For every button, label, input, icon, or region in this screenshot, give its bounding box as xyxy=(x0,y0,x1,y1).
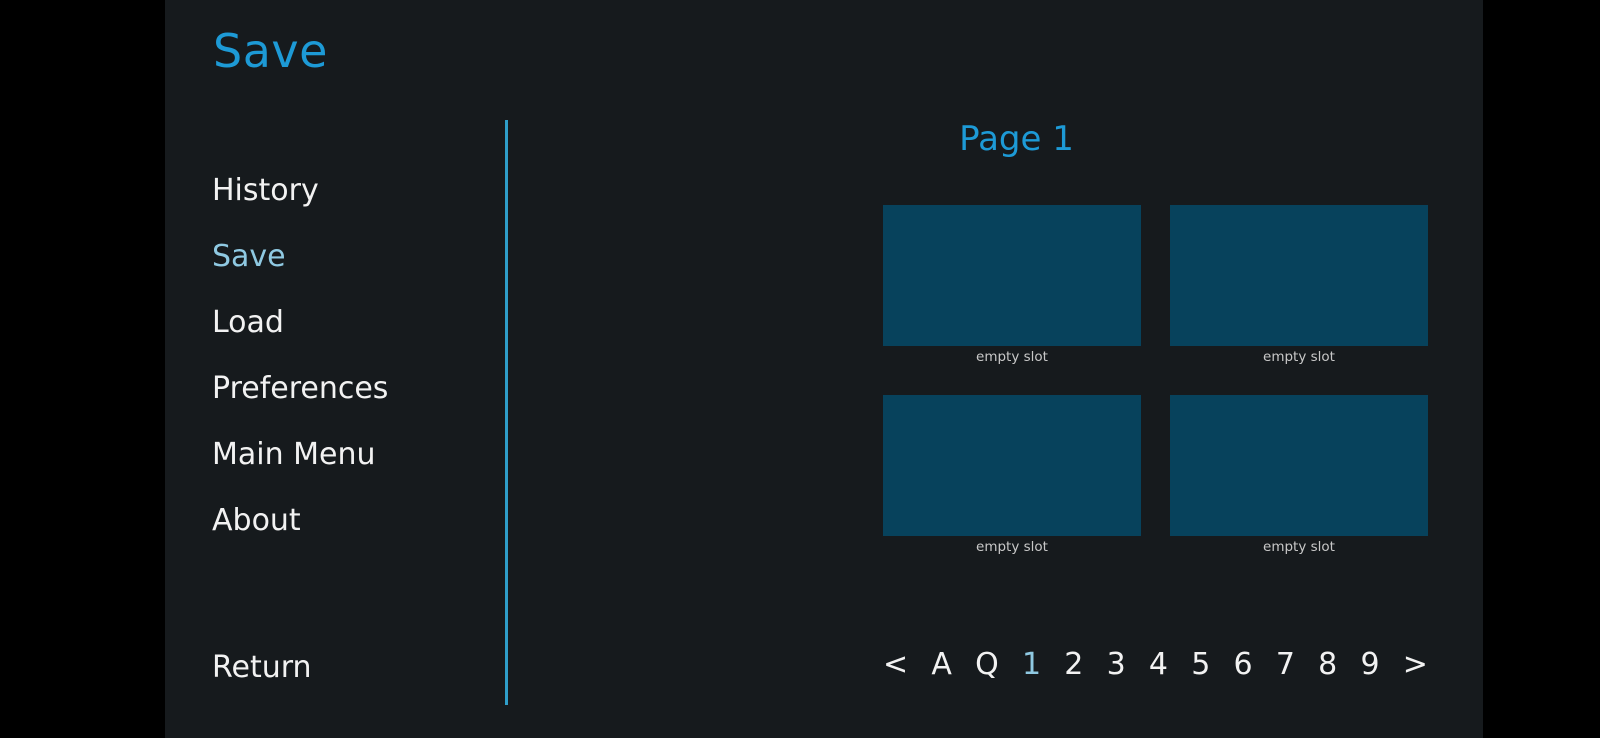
game-screen: Save History Save Load Preferences Main … xyxy=(0,0,1600,738)
sidebar-item-save[interactable]: Save xyxy=(212,242,492,272)
auto-saves-button[interactable]: A xyxy=(931,650,952,680)
page-button-7[interactable]: 7 xyxy=(1276,650,1295,680)
sidebar-item-return[interactable]: Return xyxy=(212,653,312,683)
save-menu-panel: Save History Save Load Preferences Main … xyxy=(165,0,1483,738)
sidebar-item-about[interactable]: About xyxy=(212,506,492,536)
page-button-8[interactable]: 8 xyxy=(1318,650,1337,680)
previous-page-button[interactable]: < xyxy=(883,650,908,680)
save-slot-thumbnail[interactable] xyxy=(1170,395,1428,536)
save-slot-thumbnail[interactable] xyxy=(883,205,1141,346)
page-button-3[interactable]: 3 xyxy=(1107,650,1126,680)
save-slot-row: empty slot empty slot xyxy=(883,395,1428,555)
page-title: Save xyxy=(213,24,328,78)
save-slot-caption: empty slot xyxy=(1263,349,1335,365)
page-button-9[interactable]: 9 xyxy=(1360,650,1379,680)
current-page-label-text: Page 1 xyxy=(959,119,1074,159)
save-slot-grid: empty slot empty slot empty slot empty s… xyxy=(883,205,1428,585)
sidebar-item-load[interactable]: Load xyxy=(212,308,492,338)
page-button-5[interactable]: 5 xyxy=(1191,650,1210,680)
save-slot-4[interactable]: empty slot xyxy=(1170,395,1428,555)
save-slots-content: Page 1 empty slot empty slot empty slot … xyxy=(505,0,1483,738)
sidebar-nav: History Save Load Preferences Main Menu … xyxy=(212,176,492,572)
save-slot-thumbnail[interactable] xyxy=(883,395,1141,536)
pagination-bar: < A Q 1 2 3 4 5 6 7 8 9 > xyxy=(883,650,1428,680)
page-button-2[interactable]: 2 xyxy=(1064,650,1083,680)
page-button-1[interactable]: 1 xyxy=(1022,650,1041,680)
save-slot-caption: empty slot xyxy=(976,539,1048,555)
quick-saves-button[interactable]: Q xyxy=(975,650,999,680)
save-slot-2[interactable]: empty slot xyxy=(1170,205,1428,365)
current-page-label: Page 1 xyxy=(505,122,1483,156)
save-slot-1[interactable]: empty slot xyxy=(883,205,1141,365)
next-page-button[interactable]: > xyxy=(1403,650,1428,680)
save-slot-row: empty slot empty slot xyxy=(883,205,1428,365)
page-button-6[interactable]: 6 xyxy=(1234,650,1253,680)
sidebar-item-history[interactable]: History xyxy=(212,176,492,206)
save-slot-caption: empty slot xyxy=(1263,539,1335,555)
save-slot-3[interactable]: empty slot xyxy=(883,395,1141,555)
sidebar-item-main-menu[interactable]: Main Menu xyxy=(212,440,492,470)
page-button-4[interactable]: 4 xyxy=(1149,650,1168,680)
save-slot-caption: empty slot xyxy=(976,349,1048,365)
sidebar-item-preferences[interactable]: Preferences xyxy=(212,374,492,404)
save-slot-thumbnail[interactable] xyxy=(1170,205,1428,346)
